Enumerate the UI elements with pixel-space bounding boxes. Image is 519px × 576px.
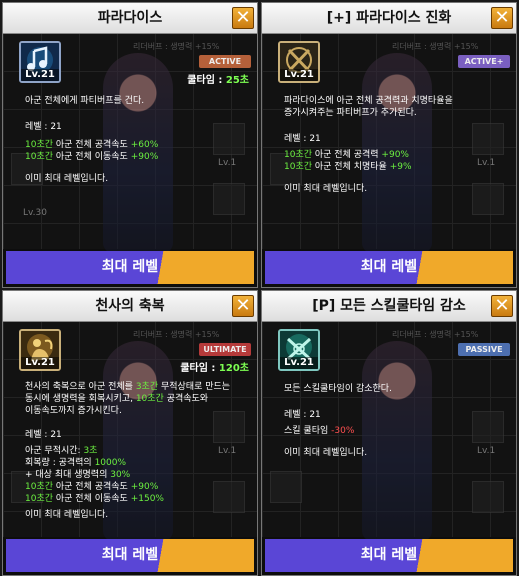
effect-line: 10초간 아군 전체 치명타율 +9% [284,162,412,172]
skill-icon-cooldown: Lv.21 [278,329,320,371]
panel-title: 파라다이스 [3,3,257,34]
panel-title: [P] 모든 스킬쿨타임 감소 [262,291,516,322]
skill-panel-paradise-evolution: 리더버프 : 생명력 +15% Lv.1 [+] 파라다이스 진화 ✕ Lv.2… [261,2,517,288]
skill-level: 레벨 : 21 [25,430,62,440]
effect-line: 10초간 아군 전체 공격속도 +60% [25,140,159,150]
skill-icon-paradise: Lv.21 [19,41,61,83]
max-level-note: 이미 최대 레벨입니다. [25,510,109,520]
cooltime: 쿨타임 : 120초 [180,363,249,374]
close-button[interactable]: ✕ [232,7,254,29]
skill-panel-cooldown-reduction: 리더버프 : 생명력 +15% Lv.1 [P] 모든 스킬쿨타임 감소 ✕ L… [261,290,517,576]
skill-icon-paradise-locked: Lv.21 [278,41,320,83]
panel-title: 천사의 축복 [3,291,257,322]
max-level-button[interactable]: 최대 레벨 [6,251,254,284]
badge-passive: PASSIVE [458,343,510,356]
badge-active-plus: ACTIVE+ [458,55,510,68]
effect-list: 아군 무적시간: 3초 회복량 : 공격력의 1000% + 대상 최대 생명력… [25,446,164,504]
max-level-button[interactable]: 최대 레벨 [6,539,254,572]
skill-description: 천사의 축복으로 아군 전체를 3초간 무적상태로 만드는 동시에 생명력을 회… [25,382,231,416]
skill-level: 레벨 : 21 [284,410,321,420]
skill-description: 파라다이스에 아군 전체 공격력과 치명타율을 증가시켜주는 파티버프가 추가된… [284,96,453,118]
effect-line: 스킬 쿨타임 -30% [284,426,355,436]
close-button[interactable]: ✕ [491,295,513,317]
skill-icon-angel-blessing: Lv.21 [19,329,61,371]
badge-active: ACTIVE [199,55,251,68]
close-button[interactable]: ✕ [491,7,513,29]
max-level-note: 이미 최대 레벨입니다. [284,184,368,194]
skill-description: 모든 스킬쿨타임이 감소한다. [284,384,392,394]
skill-panel-angel-blessing: 리더버프 : 생명력 +15% Lv.1 천사의 축복 ✕ Lv.21 ULTI… [2,290,258,576]
effect-line: 10초간 아군 전체 이동속도 +90% [25,152,159,162]
panel-title: [+] 파라다이스 진화 [262,3,516,34]
effect-line: 10초간 아군 전체 공격력 +90% [284,150,409,160]
skill-panel-paradise: 리더버프 : 생명력 +15% Lv.1 Lv.30 파라다이스 ✕ Lv.21… [2,2,258,288]
max-level-note: 이미 최대 레벨입니다. [25,174,109,184]
skill-level: 레벨 : 21 [284,134,321,144]
max-level-button[interactable]: 최대 레벨 [265,539,513,572]
badge-ultimate: ULTIMATE [199,343,251,356]
max-level-button[interactable]: 최대 레벨 [265,251,513,284]
close-button[interactable]: ✕ [232,295,254,317]
skill-level: 레벨 : 21 [25,122,62,132]
cooltime: 쿨타임 : 25초 [187,75,249,86]
skill-description: 아군 전체에게 파티버프를 건다. [25,96,145,106]
max-level-note: 이미 최대 레벨입니다. [284,448,368,458]
